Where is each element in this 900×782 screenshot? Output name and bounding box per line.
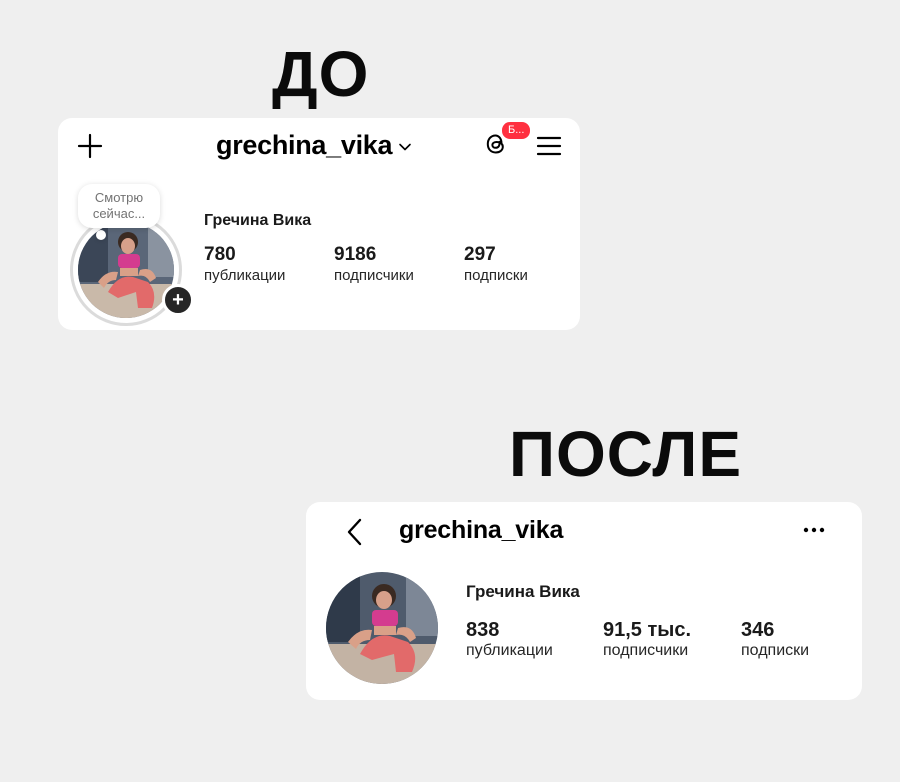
- after-profile-card: grechina_vika Гречина Вика 838 публикаци…: [306, 502, 862, 700]
- chevron-down-icon: [399, 143, 412, 150]
- followers-label: подписчики: [334, 267, 414, 284]
- note-bubble[interactable]: Смотрю сейчас...: [78, 184, 160, 228]
- avatar-photo: [78, 222, 174, 318]
- following-stat[interactable]: 297 подписки: [464, 244, 528, 286]
- following-label: подписки: [464, 267, 528, 284]
- profile-full-name: Гречина Вика: [466, 582, 580, 601]
- following-count: 297: [464, 244, 496, 265]
- followers-count: 9186: [334, 244, 377, 265]
- profile-avatar[interactable]: +: [70, 214, 194, 326]
- profile-avatar[interactable]: [326, 572, 438, 684]
- notification-badge[interactable]: Б...: [500, 120, 533, 141]
- followers-stat[interactable]: 9186 подписчики: [334, 244, 414, 286]
- followers-count: 91,5 тыс.: [603, 619, 692, 641]
- note-bubble-tail: [96, 230, 106, 240]
- comparison-page: ДО grechina_vika Б... + Смотрю сейчас...…: [0, 0, 900, 782]
- before-profile-card: grechina_vika Б... + Смотрю сейчас... Гр…: [58, 118, 580, 330]
- following-count: 346: [741, 619, 775, 641]
- posts-label: публикации: [204, 267, 286, 284]
- avatar-photo: [326, 572, 438, 684]
- before-heading: ДО: [272, 38, 370, 110]
- posts-count: 780: [204, 244, 236, 265]
- after-heading: ПОСЛЕ: [509, 418, 742, 490]
- posts-count: 838: [466, 619, 500, 641]
- followers-stat[interactable]: 91,5 тыс. подписчики: [603, 619, 691, 661]
- menu-icon[interactable]: [535, 132, 563, 160]
- add-story-icon[interactable]: +: [162, 284, 194, 316]
- profile-username: grechina_vika: [216, 130, 393, 160]
- back-icon[interactable]: [344, 516, 366, 548]
- plus-icon[interactable]: [76, 132, 104, 160]
- followers-label: подписчики: [603, 642, 689, 659]
- following-stat[interactable]: 346 подписки: [741, 619, 809, 661]
- account-switcher[interactable]: grechina_vika: [216, 130, 412, 161]
- more-icon[interactable]: [802, 520, 826, 540]
- following-label: подписки: [741, 642, 810, 659]
- posts-stat[interactable]: 838 публикации: [466, 619, 553, 661]
- profile-username: grechina_vika: [399, 516, 564, 544]
- posts-label: публикации: [466, 642, 553, 659]
- posts-stat[interactable]: 780 публикации: [204, 244, 285, 286]
- profile-full-name: Гречина Вика: [204, 212, 312, 229]
